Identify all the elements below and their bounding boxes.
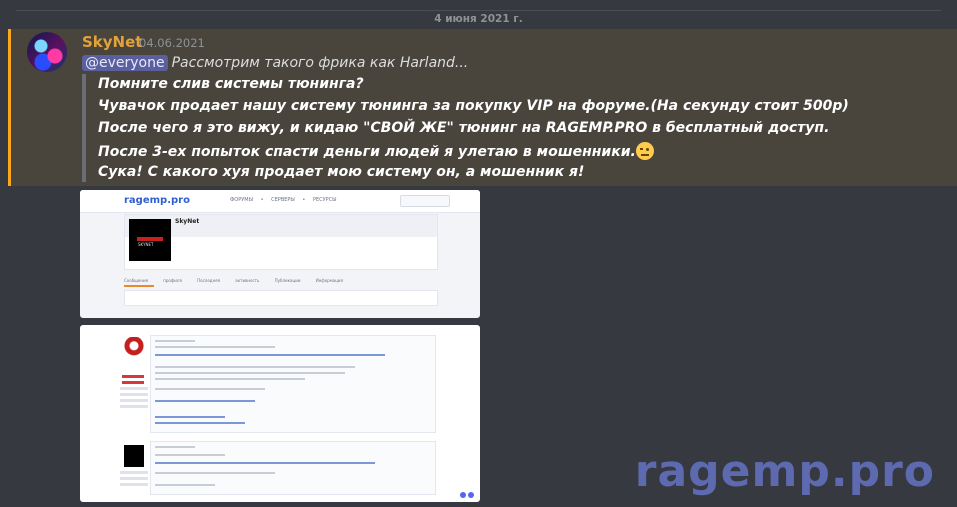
screenshot-user-meta <box>120 483 148 486</box>
screenshot-profile-name: SkyNet <box>175 218 200 225</box>
image-attachment-profile[interactable]: ragemp.pro ФОРУМЫ • СЕРВЕРЫ • РЕСУРСЫ SK… <box>80 190 480 318</box>
screenshot-scroll-button <box>460 492 466 498</box>
message-first-line: @everyone Рассмотрим такого фрика как Har… <box>82 55 468 71</box>
date-divider-label: 4 июня 2021 г. <box>428 13 529 25</box>
avatar[interactable] <box>27 32 67 72</box>
screenshot-profile-banner <box>125 215 437 237</box>
screenshot-user-meta <box>120 387 148 390</box>
everyone-mention[interactable]: @everyone <box>82 55 168 71</box>
image-attachment-forum-posts[interactable] <box>80 325 480 502</box>
ragemp-watermark: ragemp.pro <box>634 446 935 497</box>
screenshot-user-meta <box>120 393 148 396</box>
screenshot-user-meta <box>120 399 148 402</box>
screenshot-profile-tabs: Сообщения профиля Последняя активность П… <box>124 278 343 283</box>
quote-line-with-emoji: После 3-ех попыток спасти деньги людей я… <box>98 142 654 160</box>
screenshot-user-meta <box>120 477 148 480</box>
message-author[interactable]: SkyNet <box>82 33 142 51</box>
screenshot-user-badge <box>122 375 144 378</box>
quote-line: Сука! С какого хуя продает мою систему о… <box>98 164 585 180</box>
message-preview-text: Рассмотрим такого фрика как Harland... <box>171 55 469 71</box>
screenshot-user-meta <box>120 471 148 474</box>
chat-message-highlighted[interactable]: SkyNet 04.06.2021 @everyone Рассмотрим та… <box>8 29 957 186</box>
message-timestamp: 04.06.2021 <box>139 36 205 50</box>
screenshot-profile-panel <box>124 290 438 306</box>
quote-line: После чего я это вижу, и кидаю "СВОЙ ЖЕ"… <box>98 120 830 136</box>
screenshot-post-avatar-kfc <box>124 337 144 359</box>
screenshot-user-badge <box>122 381 144 384</box>
screenshot-forum-post <box>150 335 436 433</box>
screenshot-scroll-button <box>468 492 474 498</box>
screenshot-site-logo: ragemp.pro <box>124 195 190 206</box>
message-blockquote: Помните слив системы тюнинга? Чувачок пр… <box>82 74 849 182</box>
screenshot-profile-avatar: SKYNET <box>129 219 171 261</box>
screenshot-forum-post <box>150 441 436 495</box>
screenshot-user-meta <box>120 405 148 408</box>
quote-line-text: После 3-ех попыток спасти деньги людей я… <box>98 144 636 160</box>
quote-line: Помните слив системы тюнинга? <box>98 76 364 92</box>
screenshot-profile-card: SKYNET SkyNet <box>124 214 438 270</box>
face-with-raised-eyebrow-emoji[interactable] <box>635 142 654 160</box>
screenshot-site-header: ragemp.pro ФОРУМЫ • СЕРВЕРЫ • РЕСУРСЫ <box>80 190 480 213</box>
screenshot-site-nav: ФОРУМЫ • СЕРВЕРЫ • РЕСУРСЫ <box>230 197 337 203</box>
screenshot-search-box <box>400 195 450 207</box>
date-divider: 4 июня 2021 г. <box>16 10 941 25</box>
quote-line: Чувачок продает нашу систему тюнинга за … <box>98 98 849 114</box>
screenshot-post-avatar-black <box>124 445 144 467</box>
screenshot-active-tab-indicator <box>124 285 154 287</box>
